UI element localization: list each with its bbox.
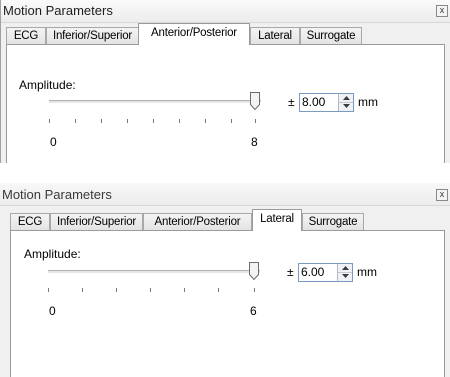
amplitude-slider-thumb[interactable] [249, 262, 259, 280]
close-icon[interactable]: x [436, 189, 448, 201]
tab-ecg[interactable]: ECG [10, 213, 50, 230]
slider-tick [205, 119, 206, 123]
spin-down-arrow-icon[interactable] [338, 272, 352, 280]
slider-tick [101, 119, 102, 123]
window-title: Motion Parameters [2, 187, 112, 202]
tab-lateral[interactable]: Lateral [250, 27, 300, 44]
slider-tick [75, 119, 76, 123]
amplitude-unit: mm [357, 265, 377, 279]
amplitude-slider-track[interactable] [49, 100, 261, 104]
close-icon[interactable]: x [436, 5, 448, 17]
slider-tick [218, 288, 219, 292]
title-bar: Motion Parameters x [0, 183, 450, 206]
amplitude-value[interactable]: 6.00 [301, 265, 324, 279]
motion-parameters-panel-1: Motion Parameters x ECG Inferior/Superio… [0, 0, 450, 163]
amplitude-unit: mm [358, 95, 378, 109]
amplitude-label: Amplitude: [24, 247, 81, 261]
slider-max-label: 6 [250, 304, 257, 318]
amplitude-slider-track[interactable] [48, 270, 260, 274]
tab-surrogate[interactable]: Surrogate [300, 27, 362, 44]
plus-minus-sign: ± [288, 95, 295, 109]
slider-tick [179, 119, 180, 123]
tab-ecg[interactable]: ECG [6, 27, 46, 44]
motion-parameters-panel-2: Motion Parameters x ECG Inferior/Superio… [0, 183, 450, 377]
spin-buttons [337, 264, 352, 281]
amplitude-spinbox[interactable]: 6.00 [298, 263, 353, 282]
slider-tick [184, 288, 185, 292]
slider-min-label: 0 [50, 135, 57, 149]
tab-anterior-posterior[interactable]: Anterior/Posterior [143, 213, 252, 230]
window-title: Motion Parameters [3, 3, 113, 18]
slider-tick [127, 119, 128, 123]
slider-min-label: 0 [49, 304, 56, 318]
spin-down-arrow-icon[interactable] [339, 102, 353, 110]
tab-anterior-posterior[interactable]: Anterior/Posterior [138, 23, 250, 45]
tab-surrogate[interactable]: Surrogate [302, 213, 364, 230]
slider-tick [255, 119, 256, 123]
slider-tick [231, 119, 232, 123]
slider-tick [48, 288, 49, 292]
slider-tick [116, 288, 117, 292]
slider-tick [150, 288, 151, 292]
amplitude-spinbox[interactable]: 8.00 [299, 93, 354, 112]
slider-max-label: 8 [251, 135, 258, 149]
tab-inferior-superior[interactable]: Inferior/Superior [50, 213, 143, 230]
title-bar: Motion Parameters x [1, 0, 450, 23]
tab-inferior-superior[interactable]: Inferior/Superior [46, 27, 139, 44]
spin-buttons [338, 94, 353, 111]
plus-minus-sign: ± [287, 265, 294, 279]
amplitude-slider-thumb[interactable] [250, 92, 260, 110]
slider-tick [49, 119, 50, 123]
slider-tick [254, 288, 255, 292]
slider-tick [82, 288, 83, 292]
slider-tick [153, 119, 154, 123]
amplitude-label: Amplitude: [19, 78, 76, 92]
tab-lateral[interactable]: Lateral [252, 209, 302, 231]
amplitude-value[interactable]: 8.00 [302, 95, 325, 109]
